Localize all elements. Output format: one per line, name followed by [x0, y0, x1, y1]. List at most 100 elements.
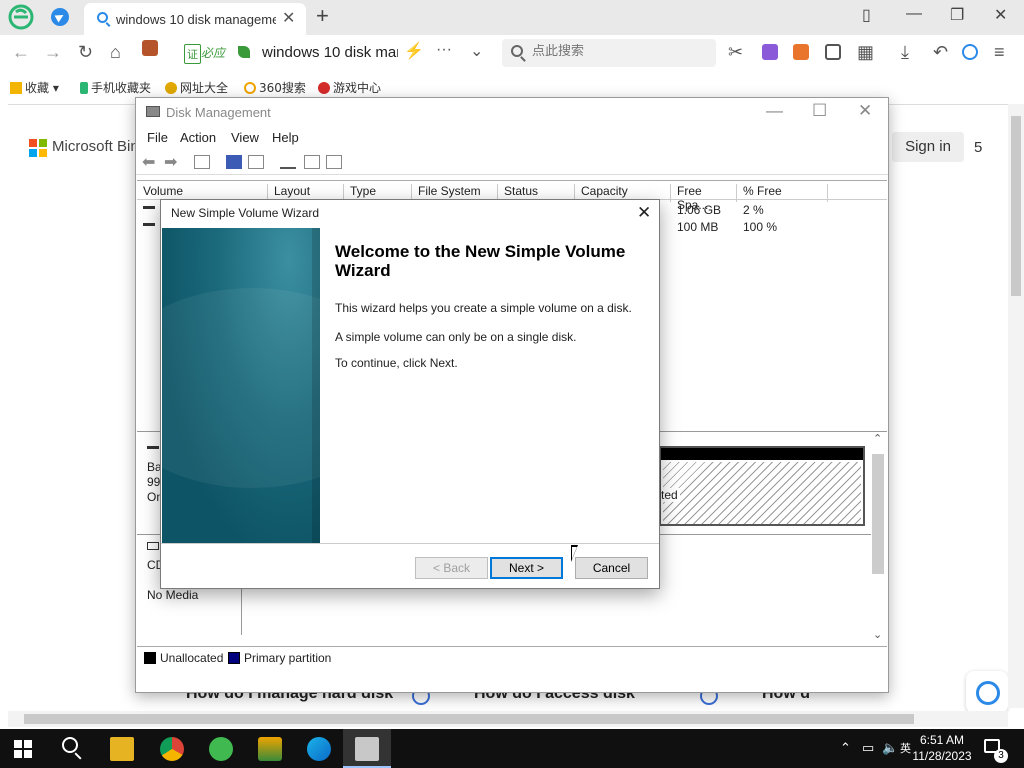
- table-row-percent-free[interactable]: 100 %: [743, 220, 777, 234]
- edge-icon[interactable]: [307, 737, 331, 761]
- reader-icon[interactable]: [825, 44, 841, 60]
- wizard-banner-image: [162, 228, 320, 543]
- disk-icon: [147, 446, 159, 449]
- disk-view-scrollbar[interactable]: ⌃ ⌄: [870, 433, 886, 643]
- bookmark-directory[interactable]: 网址大全: [165, 79, 228, 96]
- notification-count-badge: 3: [994, 749, 1008, 763]
- table-row-free-space[interactable]: 100 MB: [677, 220, 718, 234]
- bookmark-games[interactable]: 游戏中心: [318, 79, 381, 96]
- back-button[interactable]: < Back: [415, 557, 488, 579]
- menu-view[interactable]: View: [231, 130, 259, 145]
- scroll-up-icon[interactable]: ⌃: [873, 432, 882, 445]
- active-tab[interactable]: windows 10 disk management ✕: [84, 3, 306, 35]
- directory-icon: [165, 82, 177, 94]
- cut-icon[interactable]: ✂: [728, 42, 743, 63]
- volume-icon[interactable]: 🔈: [882, 740, 898, 756]
- browser-tab-bar: windows 10 disk management ✕ + ▯ — ❐ ✕: [0, 0, 1024, 35]
- tab-close-icon[interactable]: ✕: [282, 8, 295, 28]
- wizard-text: To continue, click Next.: [335, 356, 458, 370]
- minimize-icon[interactable]: —: [766, 101, 783, 121]
- next-button[interactable]: Next >: [490, 557, 563, 579]
- disk-management-icon: [355, 737, 379, 761]
- chevron-down-icon[interactable]: ⌄: [470, 41, 483, 61]
- menu-action[interactable]: Action: [180, 130, 216, 145]
- more-icon[interactable]: ···: [436, 41, 452, 59]
- cdrom-media[interactable]: No Media: [147, 588, 251, 602]
- file-explorer-icon[interactable]: [110, 737, 134, 761]
- menu-icon[interactable]: ≡: [994, 42, 1005, 63]
- properties-icon[interactable]: [248, 155, 264, 169]
- refresh-icon[interactable]: ↻: [78, 42, 93, 63]
- divider: [161, 543, 659, 544]
- bookmark-mobile[interactable]: 手机收藏夹: [80, 79, 151, 96]
- minimize-icon[interactable]: —: [906, 5, 922, 23]
- apps-grid-icon[interactable]: ▦: [857, 42, 874, 63]
- menu-bar: File Action View Help: [136, 126, 888, 150]
- scrollbar-thumb[interactable]: [1011, 116, 1021, 296]
- floating-assistant-icon[interactable]: [966, 671, 1008, 713]
- search-input[interactable]: [532, 44, 702, 59]
- table-row-percent-free[interactable]: 2 %: [743, 203, 764, 217]
- new-simple-volume-wizard: New Simple Volume Wizard ✕ Welcome to th…: [160, 199, 660, 589]
- sign-in-button[interactable]: Sign in: [892, 132, 964, 162]
- forward-icon[interactable]: →: [44, 42, 62, 63]
- system-clock[interactable]: 6:51 AM 11/28/2023: [912, 732, 972, 764]
- list-icon[interactable]: [326, 155, 342, 169]
- search-box[interactable]: [502, 39, 716, 67]
- page-horizontal-scrollbar[interactable]: [8, 711, 1008, 727]
- column-header[interactable]: % Free: [736, 184, 827, 202]
- close-icon[interactable]: ✕: [637, 203, 651, 223]
- window-titlebar[interactable]: Disk Management — ☐ ✕: [136, 98, 888, 126]
- page-vertical-scrollbar[interactable]: [1008, 104, 1024, 708]
- pin-icon[interactable]: ▯: [862, 5, 871, 25]
- url-field[interactable]: 证 必应 windows 10 disk man ⚡ ··· ⌄: [178, 39, 494, 67]
- back-icon[interactable]: ←: [12, 42, 30, 63]
- restore-icon[interactable]: ❐: [950, 5, 964, 25]
- volume-row-icon[interactable]: [143, 223, 155, 226]
- download-icon[interactable]: ⤓: [901, 42, 909, 63]
- tray-chevron-icon[interactable]: ⌃: [840, 740, 851, 756]
- menu-file[interactable]: File: [147, 130, 168, 145]
- chrome-icon[interactable]: [160, 737, 184, 761]
- close-window-icon[interactable]: ✕: [994, 5, 1007, 25]
- volume-row-icon[interactable]: [143, 206, 155, 209]
- lightning-icon[interactable]: ⚡: [404, 41, 424, 61]
- close-icon[interactable]: ✕: [858, 101, 872, 121]
- forward-arrow-icon[interactable]: ➡: [164, 152, 180, 171]
- brand-name[interactable]: Microsoft Bin: [52, 138, 139, 155]
- help-icon[interactable]: [226, 155, 242, 169]
- reward-points[interactable]: 5: [974, 139, 982, 156]
- home-icon[interactable]: ⌂: [110, 42, 121, 63]
- sync-icon[interactable]: [962, 44, 978, 60]
- game-icon[interactable]: [793, 44, 809, 60]
- menu-help[interactable]: Help: [272, 130, 299, 145]
- new-tab-button[interactable]: +: [316, 3, 329, 29]
- scroll-down-icon[interactable]: ⌄: [873, 628, 882, 641]
- start-button[interactable]: [14, 740, 32, 758]
- active-taskbar-item[interactable]: [343, 729, 391, 768]
- unallocated-partition[interactable]: ted: [659, 446, 865, 526]
- bookmark-favorites[interactable]: 收藏 ▾: [10, 79, 59, 96]
- undo-icon[interactable]: ↶: [933, 42, 948, 63]
- pinned-tab-icon[interactable]: [51, 8, 69, 26]
- stack-app-icon[interactable]: [258, 737, 282, 761]
- browser-360-icon[interactable]: [209, 737, 233, 761]
- connect-icon[interactable]: [280, 155, 296, 169]
- maximize-icon[interactable]: ☐: [812, 101, 827, 121]
- cancel-button[interactable]: Cancel: [575, 557, 648, 579]
- network-icon[interactable]: ▭: [862, 740, 874, 756]
- scrollbar-thumb[interactable]: [24, 714, 914, 724]
- translate-icon[interactable]: [762, 44, 778, 60]
- browser-logo-icon[interactable]: [8, 4, 34, 30]
- table-row-free-space[interactable]: 1.06 GB: [677, 203, 721, 217]
- back-arrow-icon[interactable]: ⬅: [142, 152, 158, 171]
- column-header[interactable]: Free Spa...: [670, 184, 736, 212]
- check-icon[interactable]: [304, 155, 320, 169]
- ime-icon[interactable]: 英: [900, 740, 911, 756]
- extension-icon[interactable]: [142, 40, 158, 56]
- scrollbar-thumb[interactable]: [872, 454, 884, 574]
- disk-management-icon: [146, 106, 160, 117]
- taskbar-search-icon[interactable]: [62, 737, 78, 753]
- console-tree-icon[interactable]: [194, 155, 210, 169]
- bookmark-360search[interactable]: 360搜索: [244, 79, 306, 96]
